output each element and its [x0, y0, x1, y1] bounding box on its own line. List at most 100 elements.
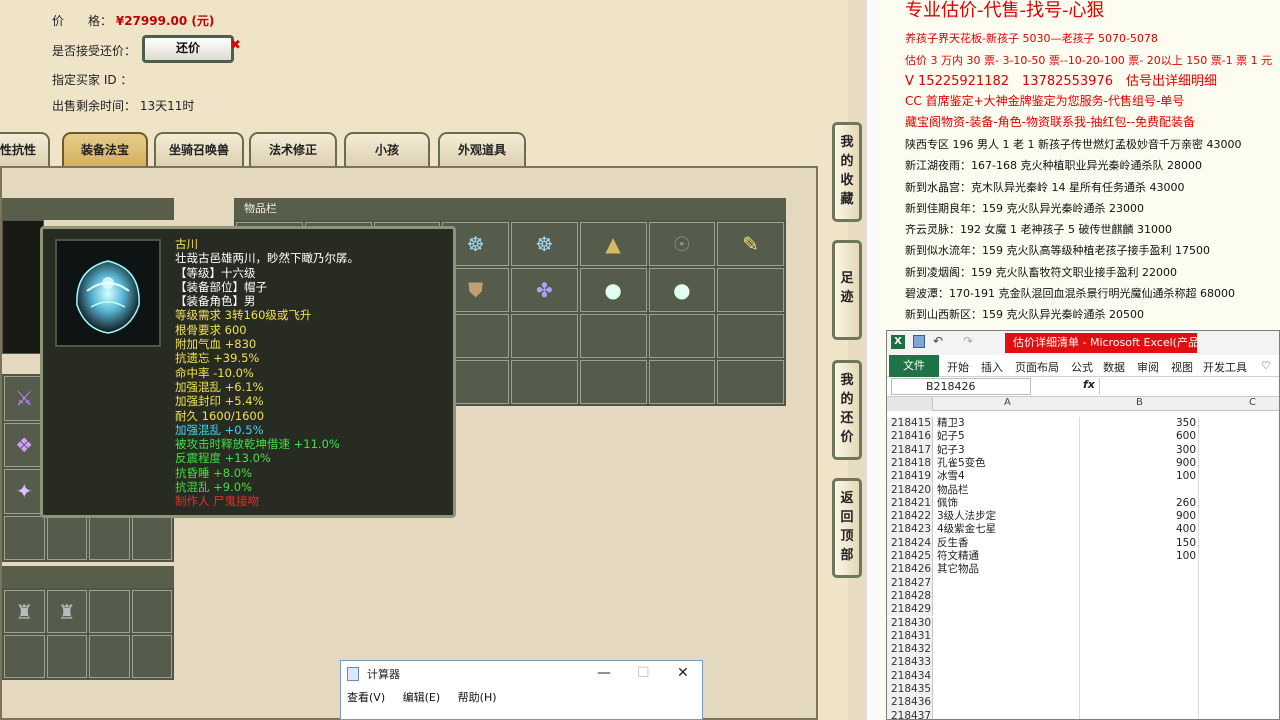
inventory-slot[interactable]	[579, 314, 647, 358]
ribbon-tab-developer[interactable]: 开发工具	[1203, 359, 1247, 375]
row-number[interactable]: 218424	[887, 536, 933, 550]
undo-icon[interactable]: ↶	[933, 334, 943, 348]
sheet-row[interactable]: 218422 3级人法步定 900	[887, 510, 1279, 524]
fx-icon[interactable]: fx	[1083, 378, 1095, 391]
pet-slot[interactable]	[131, 635, 172, 678]
sheet-row[interactable]: 218417 妃子3 300	[887, 443, 1279, 457]
cell-a[interactable]: 冰雪4	[937, 470, 965, 483]
ribbon-tab-page-layout[interactable]: 页面布局	[1015, 359, 1059, 375]
ribbon-tab-review[interactable]: 审阅	[1137, 359, 1159, 375]
cell-a[interactable]: 4级紫金七星	[937, 523, 996, 536]
redo-icon[interactable]: ↷	[963, 334, 973, 348]
cell-a[interactable]: 物品栏	[937, 484, 969, 497]
sheet-row[interactable]: 218423 4级紫金七星 400	[887, 523, 1279, 537]
inventory-slot[interactable]	[717, 360, 784, 404]
sheet-row[interactable]: 218416 妃子5 600	[887, 430, 1279, 444]
select-all-corner[interactable]	[887, 397, 933, 411]
row-number[interactable]: 218420	[887, 483, 933, 497]
row-number[interactable]: 218428	[887, 589, 933, 604]
row-number[interactable]: 218429	[887, 603, 933, 617]
row-number[interactable]: 218419	[887, 470, 933, 484]
sheet-row[interactable]: 218428	[887, 589, 1279, 604]
ribbon-tab-home[interactable]: 开始	[947, 359, 969, 375]
cell-a[interactable]: 孔雀5变色	[937, 457, 986, 470]
cell-a[interactable]: 妃子5	[937, 430, 965, 443]
cell-b[interactable]: 300	[1080, 444, 1196, 457]
inventory-slot[interactable]: ●	[579, 268, 647, 312]
inventory-slot[interactable]	[511, 360, 578, 404]
row-number[interactable]: 218427	[887, 576, 933, 590]
sheet-row[interactable]: 218427	[887, 576, 1279, 590]
inventory-slot[interactable]	[717, 314, 784, 358]
cell-a[interactable]: 反生香	[937, 537, 969, 550]
row-number[interactable]: 218416	[887, 430, 933, 444]
tab-resist[interactable]: 性抗性	[0, 132, 50, 167]
inventory-slot[interactable]: ☉	[648, 222, 716, 266]
sheet-row[interactable]: 218433	[887, 656, 1279, 670]
close-icon[interactable]: ✕	[677, 665, 689, 681]
tab-mounts-pets[interactable]: 坐骑召唤兽	[154, 132, 244, 167]
cell-b[interactable]: 900	[1080, 510, 1196, 523]
save-icon[interactable]	[913, 335, 925, 348]
sheet-row[interactable]: 218426 其它物品	[887, 563, 1279, 577]
sheet-row[interactable]: 218425 符文精通 100	[887, 550, 1279, 564]
cell-b[interactable]: 900	[1080, 457, 1196, 470]
inventory-slot[interactable]	[511, 314, 578, 358]
equip-slot[interactable]: ✦	[4, 469, 45, 514]
minimize-icon[interactable]: —	[597, 665, 611, 681]
pet-slot[interactable]	[46, 635, 87, 678]
tab-appearance[interactable]: 外观道具	[438, 132, 526, 167]
inventory-slot[interactable]	[648, 360, 716, 404]
formula-input[interactable]	[1099, 378, 1279, 395]
row-number[interactable]: 218422	[887, 510, 933, 524]
cell-b[interactable]: 350	[1080, 417, 1196, 430]
equip-slot[interactable]	[46, 515, 87, 560]
tab-equipment[interactable]: 装备法宝	[62, 132, 148, 167]
inventory-slot[interactable]: ●	[648, 268, 716, 312]
row-number[interactable]: 218423	[887, 523, 933, 537]
sheet-row[interactable]: 218415 精卫3 350	[887, 417, 1279, 431]
maximize-icon[interactable]: ☐	[637, 665, 650, 681]
equip-slot[interactable]: ❖	[4, 422, 45, 467]
sheet-row[interactable]: 218436	[887, 696, 1279, 710]
row-number[interactable]: 218433	[887, 656, 933, 670]
ribbon-tab-data[interactable]: 数据	[1103, 359, 1125, 375]
row-number[interactable]: 218421	[887, 496, 933, 511]
sheet-row[interactable]: 218429	[887, 603, 1279, 617]
haggle-close-icon[interactable]: ✖	[230, 38, 241, 53]
sheet-row[interactable]: 218432	[887, 643, 1279, 657]
sheet-row[interactable]: 218430	[887, 616, 1279, 630]
menu-help[interactable]: 帮助(H)	[458, 691, 497, 704]
cell-b[interactable]: 150	[1080, 537, 1196, 550]
equip-slot[interactable]	[89, 515, 130, 560]
pet-slot[interactable]	[89, 590, 130, 633]
calculator-titlebar[interactable]: 计算器 — ☐ ✕	[341, 661, 702, 687]
sheet-row[interactable]: 218420 物品栏	[887, 483, 1279, 497]
row-number[interactable]: 218415	[887, 417, 933, 431]
row-number[interactable]: 218435	[887, 683, 933, 697]
sheet-grid[interactable]: 218415 精卫3 350 218416 妃子5 600 218417 妃子3 300 2184…	[887, 417, 1279, 719]
page-scrollbar[interactable]	[866, 0, 880, 720]
equip-slot[interactable]: ⚔	[4, 376, 45, 421]
equip-slot[interactable]	[4, 515, 45, 560]
cell-a[interactable]: 3级人法步定	[937, 510, 996, 523]
side-button-back-to-top[interactable]: 返回顶部	[832, 478, 862, 578]
cell-a[interactable]: 其它物品	[937, 563, 979, 576]
row-number[interactable]: 218436	[887, 696, 933, 710]
row-number[interactable]: 218437	[887, 709, 933, 719]
inventory-slot[interactable]	[717, 268, 784, 312]
sheet-row[interactable]: 218431	[887, 629, 1279, 644]
ribbon-tab-formulas[interactable]: 公式	[1071, 359, 1093, 375]
haggle-button[interactable]: 还价	[142, 35, 234, 63]
tab-child[interactable]: 小孩	[344, 132, 430, 167]
excel-titlebar[interactable]: X ↶ ↷ 估价详细清单 - Microsoft Excel(产品...	[887, 331, 1279, 355]
calculator-window[interactable]: 计算器 — ☐ ✕ 查看(V) 编辑(E) 帮助(H)	[340, 660, 703, 720]
pet-slot[interactable]: ♜	[46, 590, 87, 633]
menu-edit[interactable]: 编辑(E)	[403, 691, 441, 704]
inventory-slot[interactable]: ✎	[717, 222, 784, 266]
row-number[interactable]: 218430	[887, 616, 933, 630]
cell-b[interactable]: 600	[1080, 430, 1196, 443]
inventory-slot[interactable]	[579, 360, 647, 404]
column-header-b[interactable]: B	[1136, 397, 1143, 408]
sheet-row[interactable]: 218437	[887, 709, 1279, 719]
